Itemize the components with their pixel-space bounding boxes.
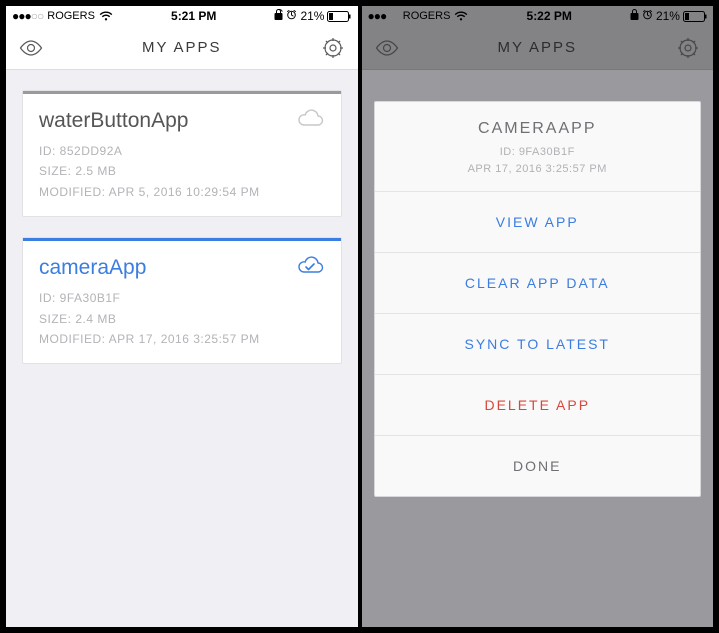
gear-icon[interactable] [675, 35, 701, 61]
cloud-check-icon [295, 255, 325, 280]
app-size: SIZE: 2.4 MB [39, 309, 325, 329]
nav-title: MY APPS [142, 39, 222, 56]
screen-action-sheet: ●●●○○ ROGERS 5:22 PM 21% MY APPS CAMERAA… [360, 4, 716, 629]
status-time: 5:22 PM [527, 9, 572, 23]
cloud-icon [295, 108, 325, 133]
gear-icon[interactable] [320, 35, 346, 61]
done-button[interactable]: DONE [375, 436, 701, 496]
app-modified: MODIFIED: APR 17, 2016 3:25:57 PM [39, 329, 325, 349]
signal-dots-icon: ●●●○○ [12, 9, 43, 23]
nav-title: MY APPS [497, 39, 577, 56]
app-list: waterButtonApp ID: 852DD92A SIZE: 2.5 MB… [6, 70, 358, 627]
battery-icon [327, 11, 351, 22]
app-id: ID: 9FA30B1F [39, 288, 325, 308]
app-title: waterButtonApp [39, 109, 188, 133]
sheet-date: APR 17, 2016 3:25:57 PM [387, 161, 689, 178]
alarm-icon [286, 9, 297, 23]
app-modified: MODIFIED: APR 5, 2016 10:29:54 PM [39, 182, 325, 202]
wifi-icon [99, 11, 113, 21]
action-sheet: CAMERAAPP ID: 9FA30B1F APR 17, 2016 3:25… [374, 101, 702, 497]
wifi-icon [454, 11, 468, 21]
lock-icon [630, 9, 639, 23]
delete-app-button[interactable]: DELETE APP [375, 375, 701, 436]
sheet-title: CAMERAAPP [387, 120, 689, 138]
sheet-header: CAMERAAPP ID: 9FA30B1F APR 17, 2016 3:25… [375, 102, 701, 192]
sheet-id: ID: 9FA30B1F [387, 144, 689, 161]
battery-icon [683, 11, 707, 22]
view-app-button[interactable]: VIEW APP [375, 192, 701, 253]
app-card[interactable]: cameraApp ID: 9FA30B1F SIZE: 2.4 MB MODI… [22, 237, 342, 364]
carrier-label: ROGERS [47, 10, 95, 22]
app-id: ID: 852DD92A [39, 141, 325, 161]
eye-icon[interactable] [18, 35, 44, 61]
clear-app-data-button[interactable]: CLEAR APP DATA [375, 253, 701, 314]
alarm-icon [642, 9, 653, 23]
screen-list: ●●●○○ ROGERS 5:21 PM 21% MY APPS [4, 4, 360, 629]
battery-percent: 21% [656, 9, 680, 23]
status-bar: ●●●○○ ROGERS 5:21 PM 21% [6, 6, 358, 26]
signal-dots-icon: ●●●○○ [368, 9, 399, 23]
eye-icon[interactable] [374, 35, 400, 61]
app-card[interactable]: waterButtonApp ID: 852DD92A SIZE: 2.5 MB… [22, 90, 342, 217]
nav-bar: MY APPS [6, 26, 358, 70]
status-bar: ●●●○○ ROGERS 5:22 PM 21% [362, 6, 714, 26]
app-title: cameraApp [39, 256, 146, 280]
status-time: 5:21 PM [171, 9, 216, 23]
carrier-label: ROGERS [403, 10, 451, 22]
lock-icon [274, 9, 283, 23]
nav-bar: MY APPS [362, 26, 714, 70]
sync-to-latest-button[interactable]: SYNC TO LATEST [375, 314, 701, 375]
battery-percent: 21% [300, 9, 324, 23]
app-size: SIZE: 2.5 MB [39, 161, 325, 181]
